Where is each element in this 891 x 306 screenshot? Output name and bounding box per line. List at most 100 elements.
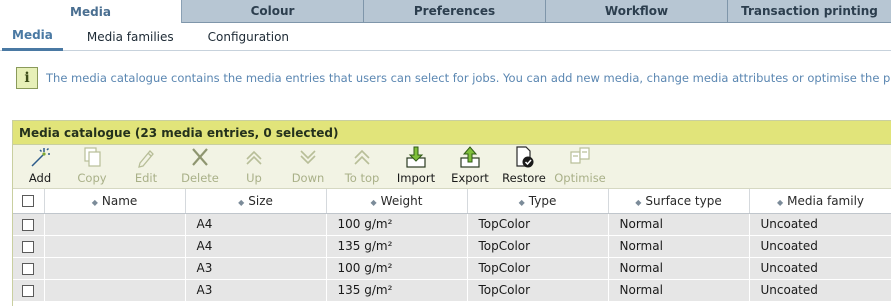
sub-tab-bar: Media Media families Configuration — [0, 23, 891, 51]
tab-transaction-printing[interactable]: Transaction printing — [728, 0, 891, 23]
import-label: Import — [396, 171, 436, 185]
optimise-label: Optimise — [554, 171, 606, 185]
copy-button[interactable]: Copy — [65, 144, 119, 188]
row-select-cell — [13, 257, 45, 280]
media-table: ◆ Name ◆ Size ◆ Weight ◆ Type ◆ Surface type … — [13, 189, 891, 302]
row-checkbox[interactable] — [22, 240, 35, 253]
col-header-label: Name — [101, 193, 138, 208]
cell-name — [44, 257, 186, 280]
subtab-media[interactable]: Media — [2, 23, 63, 51]
cell-size: A3 — [185, 279, 327, 302]
down-button[interactable]: Down — [281, 144, 335, 188]
row-checkbox[interactable] — [22, 218, 35, 231]
cell-name — [44, 213, 186, 236]
row-checkbox[interactable] — [22, 262, 35, 275]
cell-surface-type: Normal — [608, 257, 750, 280]
row-select-cell — [13, 213, 45, 236]
cell-weight: 100 g/m² — [326, 213, 468, 236]
cell-media-family: Uncoated — [749, 213, 891, 236]
select-all-cell — [13, 189, 45, 214]
subtab-configuration[interactable]: Configuration — [208, 23, 289, 51]
export-label: Export — [451, 171, 489, 185]
to-top-icon — [351, 146, 373, 168]
export-icon — [459, 146, 481, 168]
cell-media-family: Uncoated — [749, 257, 891, 280]
select-all-checkbox[interactable] — [22, 195, 35, 208]
table-row[interactable]: A4 100 g/m² TopColor Normal Uncoated — [13, 213, 891, 236]
copy-icon — [81, 146, 103, 168]
catalogue-toolbar: Add Copy Edit Delete Up Down To top Impo… — [13, 145, 891, 189]
col-header-size[interactable]: ◆ Size — [185, 189, 327, 214]
table-row[interactable]: A4 135 g/m² TopColor Normal Uncoated — [13, 235, 891, 258]
export-button[interactable]: Export — [443, 144, 497, 188]
down-label: Down — [291, 171, 325, 185]
up-button[interactable]: Up — [227, 144, 281, 188]
cell-type: TopColor — [467, 213, 609, 236]
edit-button[interactable]: Edit — [119, 144, 173, 188]
col-header-label: Media family — [787, 193, 865, 208]
cell-type: TopColor — [467, 279, 609, 302]
cell-type: TopColor — [467, 257, 609, 280]
tab-workflow[interactable]: Workflow — [546, 0, 728, 23]
col-header-label: Weight — [380, 193, 423, 208]
catalogue-title: Media catalogue (23 media entries, 0 sel… — [13, 121, 891, 145]
col-header-label: Size — [248, 193, 273, 208]
up-label: Up — [246, 171, 262, 185]
tab-media[interactable]: Media — [0, 0, 182, 23]
cell-name — [44, 235, 186, 258]
restore-label: Restore — [502, 171, 546, 185]
restore-icon — [513, 146, 535, 168]
cell-size: A3 — [185, 257, 327, 280]
info-icon: i — [16, 67, 38, 89]
cell-surface-type: Normal — [608, 213, 750, 236]
cell-name — [44, 279, 186, 302]
col-header-label: Surface type — [645, 193, 722, 208]
to-top-button[interactable]: To top — [335, 144, 389, 188]
sort-icon: ◆ — [776, 197, 784, 207]
col-header-weight[interactable]: ◆ Weight — [326, 189, 468, 214]
restore-button[interactable]: Restore — [497, 144, 551, 188]
tab-preferences[interactable]: Preferences — [364, 0, 546, 23]
optimise-button[interactable]: Optimise — [551, 144, 609, 188]
sparkle-add-icon — [29, 146, 51, 168]
row-select-cell — [13, 235, 45, 258]
table-header-row: ◆ Name ◆ Size ◆ Weight ◆ Type ◆ Surface type … — [13, 189, 891, 214]
col-header-surface-type[interactable]: ◆ Surface type — [608, 189, 750, 214]
col-header-media-family[interactable]: ◆ Media family — [749, 189, 891, 214]
sort-icon: ◆ — [91, 197, 98, 207]
sort-icon: ◆ — [370, 197, 377, 207]
cell-surface-type: Normal — [608, 279, 750, 302]
cell-size: A4 — [185, 213, 327, 236]
delete-label: Delete — [181, 171, 219, 185]
to-top-label: To top — [344, 171, 380, 185]
sort-icon: ◆ — [635, 197, 642, 207]
info-text: The media catalogue contains the media e… — [46, 71, 891, 85]
col-header-type[interactable]: ◆ Type — [467, 189, 609, 214]
tab-colour[interactable]: Colour — [182, 0, 364, 23]
import-icon — [405, 146, 427, 168]
copy-label: Copy — [77, 171, 107, 185]
delete-button[interactable]: Delete — [173, 144, 227, 188]
top-tab-bar: Media Colour Preferences Workflow Transa… — [0, 0, 891, 23]
sort-icon: ◆ — [238, 197, 245, 207]
info-banner: i The media catalogue contains the media… — [16, 66, 891, 90]
import-button[interactable]: Import — [389, 144, 443, 188]
cell-surface-type: Normal — [608, 235, 750, 258]
subtab-media-families[interactable]: Media families — [87, 23, 174, 51]
row-select-cell — [13, 279, 45, 302]
table-row[interactable]: A3 100 g/m² TopColor Normal Uncoated — [13, 257, 891, 280]
chevron-down-icon — [297, 146, 319, 168]
table-row[interactable]: A3 135 g/m² TopColor Normal Uncoated — [13, 279, 891, 302]
add-button[interactable]: Add — [15, 144, 65, 188]
row-checkbox[interactable] — [22, 284, 35, 297]
cell-media-family: Uncoated — [749, 279, 891, 302]
cell-media-family: Uncoated — [749, 235, 891, 258]
chevron-up-icon — [243, 146, 265, 168]
col-header-label: Type — [528, 193, 557, 208]
cell-weight: 135 g/m² — [326, 235, 468, 258]
sort-icon: ◆ — [518, 197, 525, 207]
optimise-icon — [569, 146, 591, 168]
col-header-name[interactable]: ◆ Name — [44, 189, 186, 214]
cell-type: TopColor — [467, 235, 609, 258]
cell-weight: 100 g/m² — [326, 257, 468, 280]
